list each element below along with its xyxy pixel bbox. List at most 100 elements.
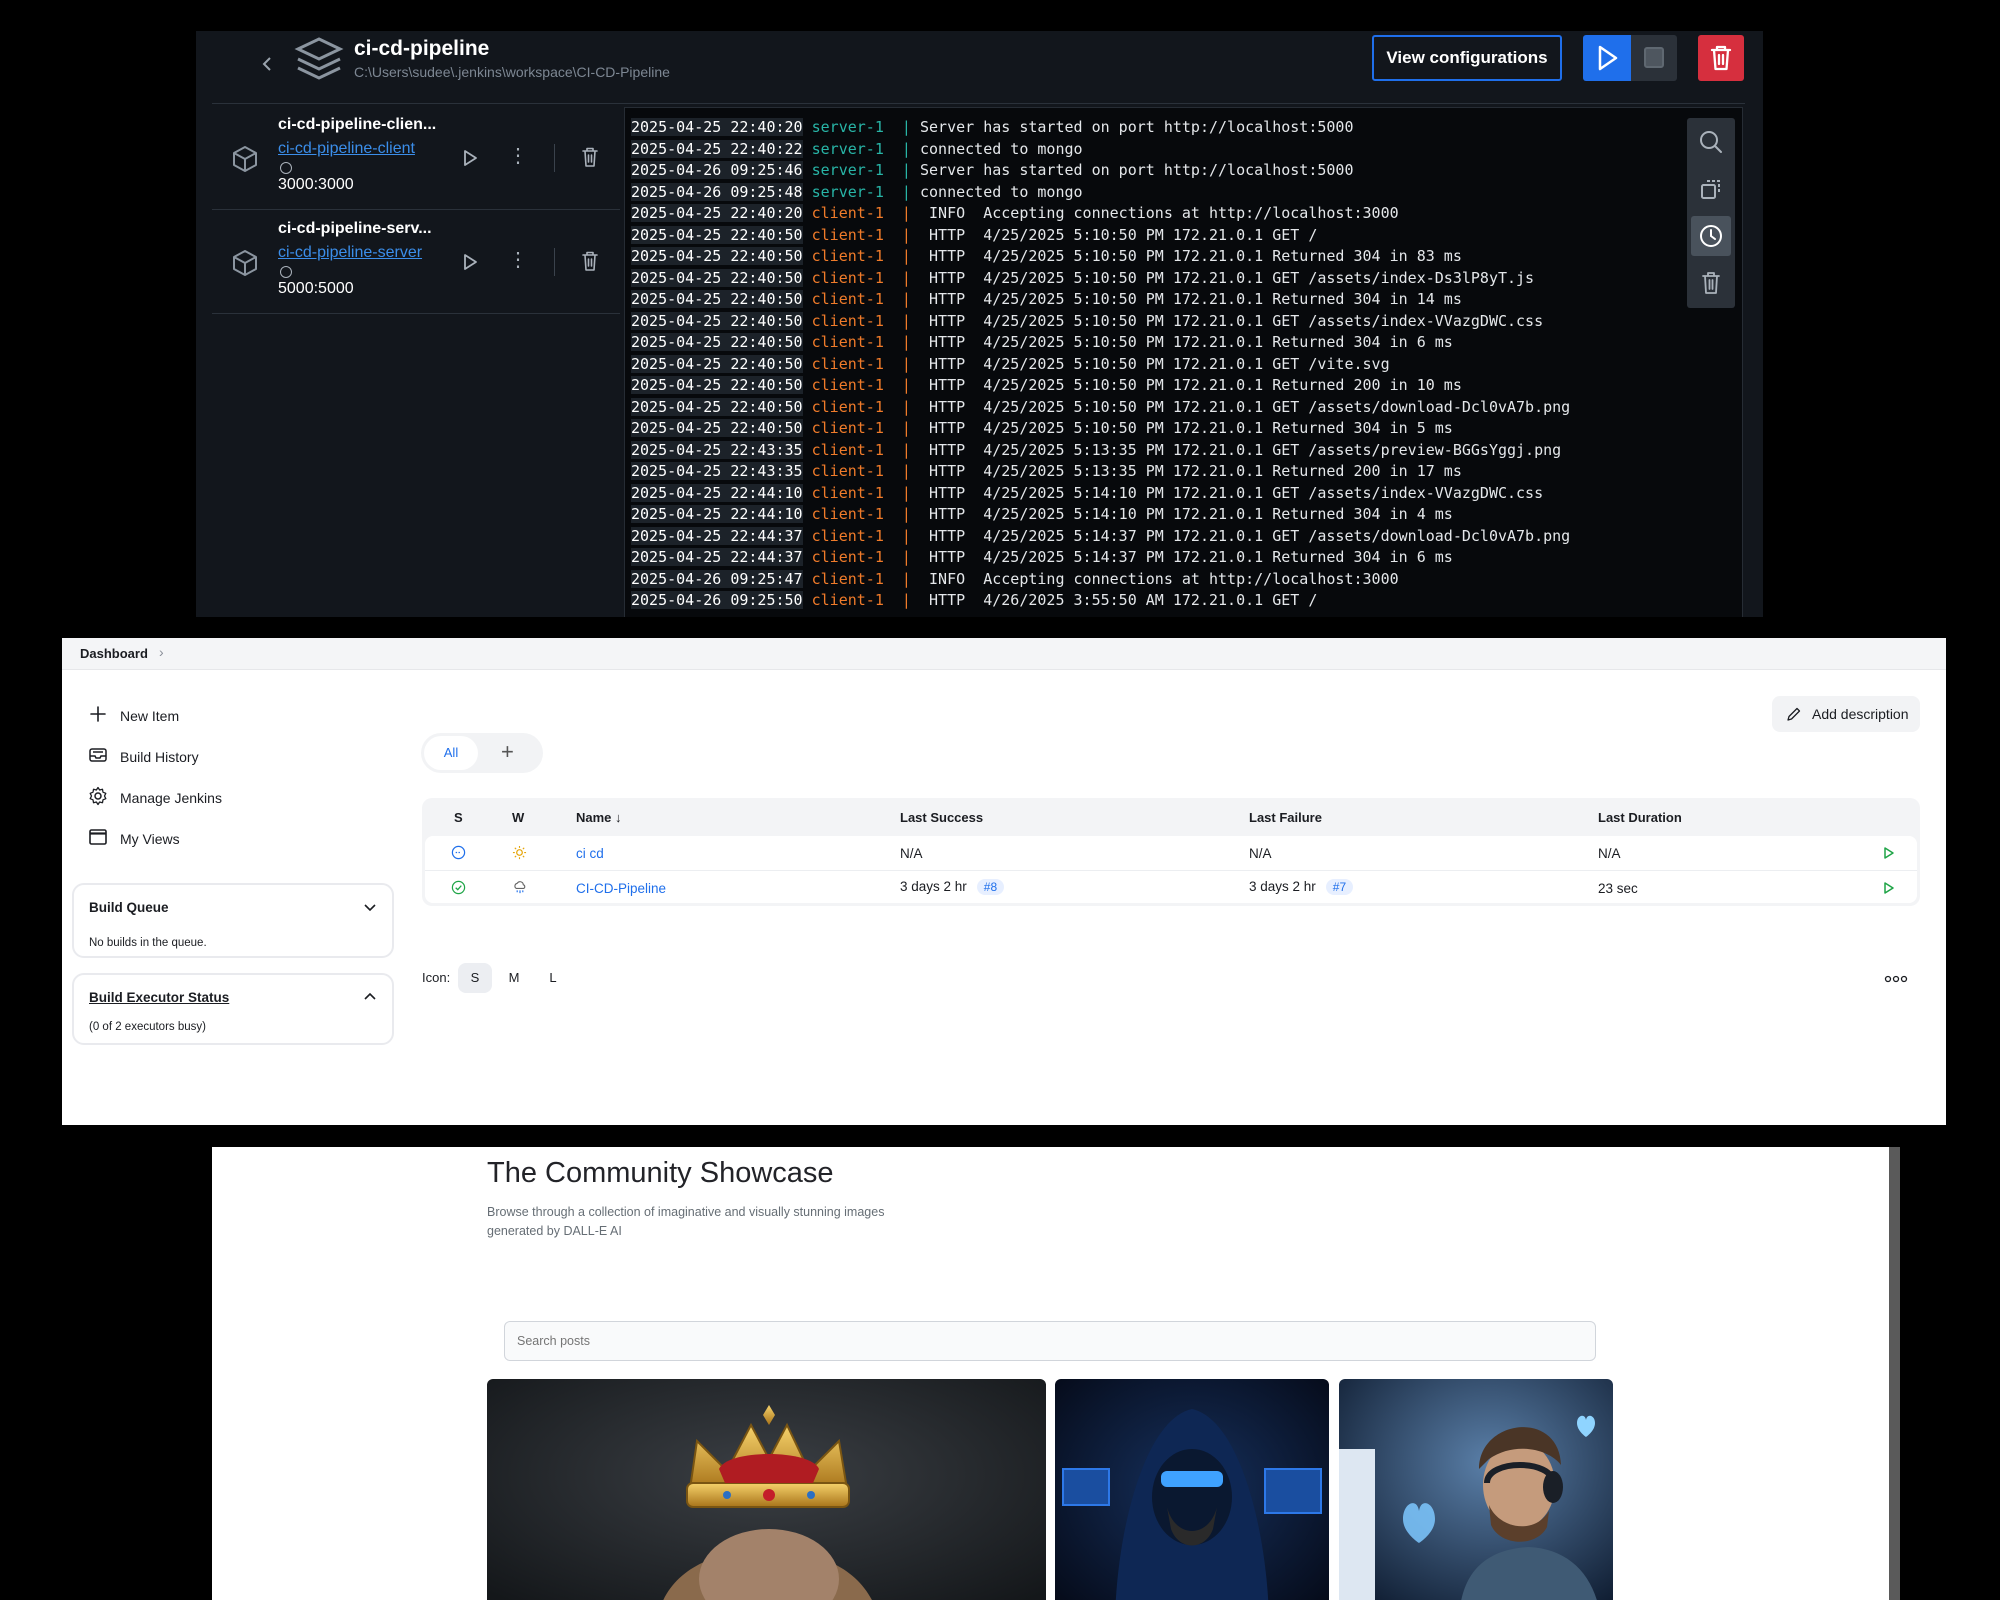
log-line: 2025-04-26 09:25:47 client-1 | INFO Acce…: [631, 569, 1570, 591]
log-service: client-1: [802, 225, 884, 244]
log-separator: |: [883, 505, 920, 523]
view-configurations-button[interactable]: View configurations: [1372, 35, 1562, 81]
start-button[interactable]: [1583, 35, 1631, 81]
sidebar-item-new-item[interactable]: New Item: [84, 698, 404, 739]
copy-icon[interactable]: [1691, 169, 1731, 209]
sunny-weather-icon: [512, 845, 527, 860]
trash-icon[interactable]: [1691, 263, 1731, 303]
log-separator: |: [883, 204, 920, 222]
log-line: 2025-04-25 22:40:50 client-1 | HTTP 4/25…: [631, 268, 1570, 290]
log-timestamp: 2025-04-25 22:43:35: [631, 440, 803, 459]
log-service: client-1: [802, 354, 884, 373]
trash-icon[interactable]: [580, 250, 600, 272]
job-last-duration: N/A: [1598, 846, 1621, 861]
container-link[interactable]: ci-cd-pipeline-server: [278, 244, 422, 262]
log-output[interactable]: 2025-04-25 22:40:20 server-1 | Server ha…: [624, 107, 1743, 617]
log-message: HTTP 4/25/2025 5:10:50 PM 172.21.0.1 Ret…: [920, 290, 1462, 308]
play-icon: [1598, 45, 1618, 71]
column-header-name[interactable]: Name ↓: [576, 810, 622, 825]
column-header-s[interactable]: S: [454, 810, 463, 825]
schedule-build-icon[interactable]: [1882, 846, 1896, 860]
column-header-last-success[interactable]: Last Success: [900, 810, 983, 825]
log-message: HTTP 4/25/2025 5:14:37 PM 172.21.0.1 GET…: [920, 526, 1571, 545]
job-name-link[interactable]: CI-CD-Pipeline: [576, 881, 666, 896]
sidebar-item-manage-jenkins[interactable]: Manage Jenkins: [84, 780, 404, 821]
stop-button[interactable]: [1631, 35, 1677, 81]
log-service: server-1: [802, 139, 884, 158]
divider: [554, 144, 555, 172]
log-line: 2025-04-25 22:40:50 client-1 | HTTP 4/25…: [631, 289, 1570, 311]
search-icon[interactable]: [1691, 122, 1731, 162]
sidebar-item-my-views[interactable]: My Views: [84, 821, 404, 862]
log-separator: |: [883, 591, 920, 609]
log-service: client-1: [802, 311, 884, 330]
job-name-link[interactable]: ci cd: [576, 846, 604, 861]
chevron-down-icon[interactable]: [362, 899, 378, 915]
trash-icon[interactable]: [580, 146, 600, 168]
container-row[interactable]: ci-cd-pipeline-clien... ci-cd-pipeline-c…: [212, 106, 620, 210]
log-message: HTTP 4/25/2025 5:14:10 PM 172.21.0.1 Ret…: [920, 505, 1453, 523]
log-timestamp: 2025-04-25 22:40:20: [631, 118, 803, 136]
log-message: HTTP 4/25/2025 5:13:35 PM 172.21.0.1 GET…: [920, 440, 1562, 459]
schedule-build-icon[interactable]: [1882, 881, 1896, 895]
job-last-failure: 3 days 2 hr #7: [1249, 879, 1354, 895]
more-horizontal-icon[interactable]: [1884, 973, 1908, 985]
icon-size-s[interactable]: S: [458, 963, 492, 993]
log-message: INFO Accepting connections at http://loc…: [920, 569, 1399, 588]
tab-all[interactable]: All: [424, 736, 478, 770]
column-header-last-failure[interactable]: Last Failure: [1249, 810, 1322, 825]
build-number-badge[interactable]: #7: [1325, 879, 1354, 895]
scrollbar[interactable]: [1889, 1147, 1900, 1600]
container-row[interactable]: ci-cd-pipeline-serv... ci-cd-pipeline-se…: [212, 210, 620, 314]
log-separator: |: [883, 419, 920, 437]
add-view-button[interactable]: +: [501, 739, 521, 765]
hooded-hacker-image[interactable]: [1055, 1379, 1329, 1600]
container-name: ci-cd-pipeline-clien...: [278, 116, 437, 133]
more-vertical-icon[interactable]: ⋮: [508, 146, 528, 170]
job-last-success: 3 days 2 hr #8: [900, 879, 1005, 895]
breadcrumb: Dashboard ›: [62, 638, 1946, 670]
icon-size-m[interactable]: M: [497, 963, 531, 993]
sidebar-item-build-history[interactable]: Build History: [84, 739, 404, 780]
add-description-button[interactable]: Add description: [1772, 696, 1920, 732]
headphones-man-image[interactable]: [1339, 1379, 1613, 1600]
build-executor-title[interactable]: Build Executor Status: [89, 990, 229, 1005]
log-timestamp: 2025-04-25 22:40:20: [631, 204, 803, 222]
success-status-icon: [451, 880, 466, 895]
log-service: client-1: [802, 397, 884, 416]
chevron-up-icon[interactable]: [362, 989, 378, 1005]
crowned-hamster-image[interactable]: [487, 1379, 1046, 1600]
column-header-last-duration[interactable]: Last Duration: [1598, 810, 1682, 825]
search-input[interactable]: [504, 1321, 1596, 1361]
build-executor-card: Build Executor Status (0 of 2 executors …: [72, 973, 394, 1045]
log-line: 2025-04-26 09:25:50 client-1 | HTTP 4/26…: [631, 590, 1570, 612]
log-separator: |: [883, 354, 920, 373]
log-message: connected to mongo: [920, 139, 1083, 158]
icon-size-l[interactable]: L: [536, 963, 570, 993]
log-service: client-1: [802, 419, 884, 437]
log-line: 2025-04-25 22:40:50 client-1 | HTTP 4/25…: [631, 418, 1570, 440]
clock-icon[interactable]: [1691, 216, 1731, 256]
play-icon[interactable]: [460, 252, 480, 272]
log-service: client-1: [802, 333, 884, 351]
job-last-success: N/A: [900, 846, 923, 861]
log-toolbar: [1687, 118, 1735, 308]
back-icon[interactable]: [260, 53, 274, 75]
log-message: HTTP 4/26/2025 3:55:50 AM 172.21.0.1 GET…: [920, 591, 1318, 609]
sidebar-item-label: Manage Jenkins: [120, 790, 222, 806]
build-queue-title[interactable]: Build Queue: [89, 900, 169, 915]
play-icon[interactable]: [460, 148, 480, 168]
job-last-duration: 23 sec: [1598, 881, 1638, 896]
more-vertical-icon[interactable]: ⋮: [508, 250, 528, 274]
log-separator: |: [883, 311, 920, 330]
container-link[interactable]: ci-cd-pipeline-client: [278, 140, 415, 158]
container-ports: 5000:5000: [278, 280, 354, 297]
stop-icon: [1644, 47, 1664, 68]
breadcrumb-dashboard[interactable]: Dashboard: [80, 646, 148, 661]
build-number-badge[interactable]: #8: [976, 879, 1005, 895]
log-message: HTTP 4/25/2025 5:14:10 PM 172.21.0.1 GET…: [920, 483, 1544, 502]
log-separator: |: [883, 483, 920, 502]
column-header-w[interactable]: W: [512, 810, 524, 825]
delete-button[interactable]: [1698, 35, 1744, 81]
community-showcase-page: The Community Showcase Browse through a …: [212, 1147, 1889, 1600]
